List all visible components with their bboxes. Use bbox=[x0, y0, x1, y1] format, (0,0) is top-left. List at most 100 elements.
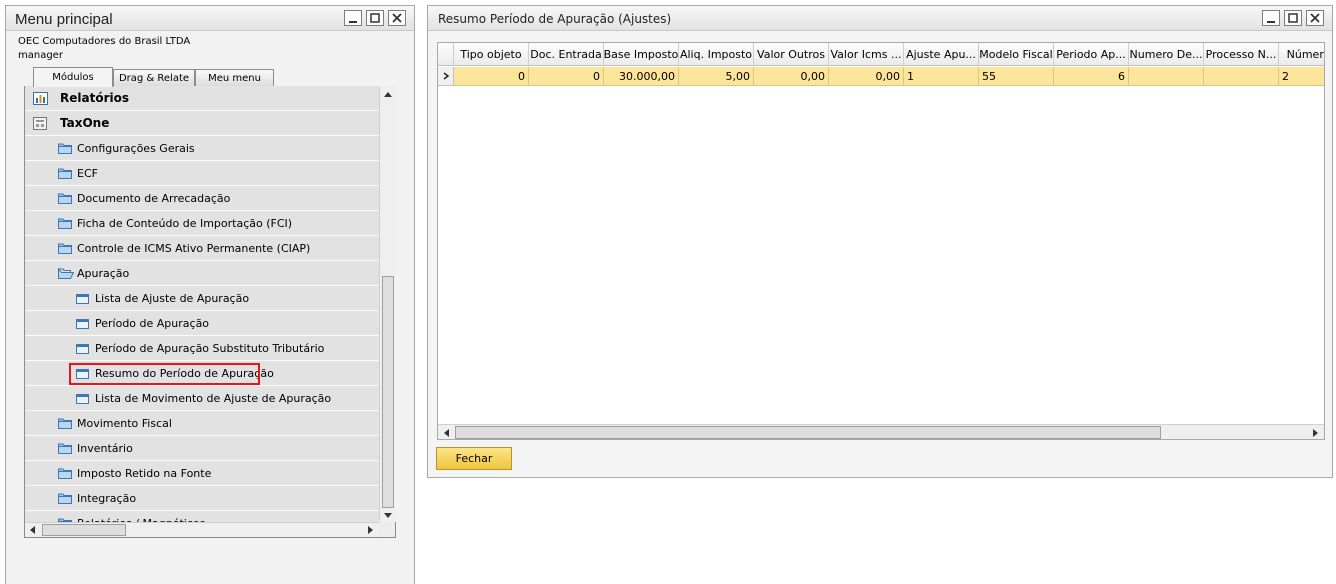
tree-item-relatorios[interactable]: Relatórios bbox=[25, 86, 379, 111]
tree-item-configuracoes-gerais[interactable]: Configurações Gerais bbox=[25, 136, 379, 161]
folder-icon bbox=[58, 418, 72, 429]
column-header-valor-outros[interactable]: Valor Outros bbox=[754, 43, 829, 66]
tree-item-icon-wrap bbox=[76, 294, 89, 307]
tree-horizontal-scrollbar[interactable] bbox=[25, 522, 379, 537]
tree-item-inventario[interactable]: Inventário bbox=[25, 436, 379, 461]
resumo-maximize-button[interactable] bbox=[1284, 10, 1302, 26]
tree-item-ecf[interactable]: ECF bbox=[25, 161, 379, 186]
grid-cell-modelo-fiscal[interactable]: 55 bbox=[979, 67, 1054, 86]
column-header-periodo-ap[interactable]: Periodo Ap... bbox=[1054, 43, 1129, 66]
minimize-button[interactable] bbox=[344, 10, 362, 26]
tree-item-icon-wrap bbox=[58, 142, 72, 157]
main-menu-title: Menu principal bbox=[15, 11, 113, 28]
row-selector[interactable] bbox=[438, 67, 454, 86]
tree-item-label: Lista de Ajuste de Apuração bbox=[95, 292, 250, 305]
column-header-aliq-imposto[interactable]: Aliq. Imposto bbox=[679, 43, 754, 66]
tree-item-icon-wrap bbox=[58, 267, 75, 282]
tree-item-label: Relatórios bbox=[60, 91, 129, 105]
column-header-numero[interactable]: Número bbox=[1279, 43, 1324, 66]
grid-cell-valor-outros[interactable]: 0,00 bbox=[754, 67, 829, 86]
grid-cell-aliq-imposto[interactable]: 5,00 bbox=[679, 67, 754, 86]
minimize-icon bbox=[349, 21, 357, 23]
tree-item-periodo-de-apuracao[interactable]: Período de Apuração bbox=[25, 311, 379, 336]
folder-open-icon bbox=[58, 267, 75, 279]
grid-cell-ajuste-apu[interactable]: 1 bbox=[904, 67, 979, 86]
column-header-tipo-objeto[interactable]: Tipo objeto bbox=[454, 43, 529, 66]
scroll-right-icon[interactable] bbox=[368, 526, 373, 534]
grid-cell-periodo-ap[interactable]: 6 bbox=[1054, 67, 1129, 86]
tree-item-integracao[interactable]: Integração bbox=[25, 486, 379, 511]
folder-icon bbox=[58, 468, 72, 479]
minimize-icon bbox=[1267, 21, 1275, 23]
tree-hscroll-thumb[interactable] bbox=[42, 524, 126, 536]
tab-meu-menu[interactable]: Meu menu bbox=[195, 69, 274, 86]
tree-item-icon-wrap bbox=[58, 442, 72, 457]
tab-drag-relate[interactable]: Drag & Relate bbox=[113, 69, 195, 86]
scroll-left-icon[interactable] bbox=[30, 526, 35, 534]
tree-vertical-scrollbar[interactable] bbox=[379, 86, 396, 522]
fechar-button[interactable]: Fechar bbox=[436, 447, 512, 470]
grid-hscroll-thumb[interactable] bbox=[455, 426, 1161, 439]
scroll-down-icon[interactable] bbox=[384, 513, 392, 518]
close-icon bbox=[392, 13, 402, 23]
tree-item-ficha-de-conteudo-de-importacao-fci[interactable]: Ficha de Conteúdo de Importação (FCI) bbox=[25, 211, 379, 236]
tree-item-label: Controle de ICMS Ativo Permanente (CIAP) bbox=[77, 242, 311, 255]
tree-item-icon-wrap bbox=[76, 394, 89, 407]
tree-item-lista-de-ajuste-de-apuracao[interactable]: Lista de Ajuste de Apuração bbox=[25, 286, 379, 311]
tree-item-label: Movimento Fiscal bbox=[77, 417, 172, 430]
grid-cell-numero[interactable]: 2 bbox=[1279, 67, 1324, 86]
grid-cell-processo-n[interactable] bbox=[1204, 67, 1279, 86]
tree-item-label: Configurações Gerais bbox=[77, 142, 195, 155]
tree-item-documento-de-arrecadacao[interactable]: Documento de Arrecadação bbox=[25, 186, 379, 211]
tree-item-movimento-fiscal[interactable]: Movimento Fiscal bbox=[25, 411, 379, 436]
folder-icon bbox=[58, 168, 72, 179]
close-icon bbox=[1310, 13, 1320, 23]
tree-item-icon-wrap bbox=[58, 167, 72, 182]
column-header-processo-n[interactable]: Processo N... bbox=[1204, 43, 1279, 66]
resumo-close-button[interactable] bbox=[1306, 10, 1324, 26]
form-icon bbox=[76, 294, 89, 304]
tree-item-icon-wrap bbox=[33, 117, 47, 133]
scroll-right-icon[interactable] bbox=[1313, 429, 1318, 437]
tree-item-icon-wrap bbox=[58, 192, 72, 207]
scroll-left-icon[interactable] bbox=[444, 429, 449, 437]
maximize-icon bbox=[370, 13, 380, 23]
tree-vscroll-thumb[interactable] bbox=[382, 276, 394, 508]
grid-cell-valor-icms[interactable]: 0,00 bbox=[829, 67, 904, 86]
tab-modulos[interactable]: Módulos bbox=[33, 67, 113, 87]
main-menu-titlebar[interactable]: Menu principal bbox=[6, 6, 414, 31]
resumo-titlebar[interactable]: Resumo Período de Apuração (Ajustes) bbox=[428, 6, 1332, 31]
column-header-modelo-fiscal[interactable]: Modelo Fiscal bbox=[979, 43, 1054, 66]
folder-icon bbox=[58, 218, 72, 229]
scroll-up-icon[interactable] bbox=[384, 92, 392, 97]
tree-item-periodo-de-apuracao-substituto-tributario[interactable]: Período de Apuração Substituto Tributári… bbox=[25, 336, 379, 361]
column-header-numero-de[interactable]: Numero De... bbox=[1129, 43, 1204, 66]
tree-item-label: Ficha de Conteúdo de Importação (FCI) bbox=[77, 217, 293, 230]
column-header-ajuste-apu[interactable]: Ajuste Apu... bbox=[904, 43, 979, 66]
column-header-base-imposto[interactable]: Base Imposto bbox=[604, 43, 679, 66]
tree-item-imposto-retido-na-fonte[interactable]: Imposto Retido na Fonte bbox=[25, 461, 379, 486]
resumo-minimize-button[interactable] bbox=[1262, 10, 1280, 26]
tree-item-taxone[interactable]: TaxOne bbox=[25, 111, 379, 136]
chevron-right-icon bbox=[443, 72, 449, 80]
tree-item-lista-de-movimento-de-ajuste-de-apuracao[interactable]: Lista de Movimento de Ajuste de Apuração bbox=[25, 386, 379, 411]
tree-item-controle-de-icms-ativo-permanente-ciap[interactable]: Controle de ICMS Ativo Permanente (CIAP) bbox=[25, 236, 379, 261]
grid-horizontal-scrollbar[interactable] bbox=[438, 424, 1324, 439]
tree-item-label: Lista de Movimento de Ajuste de Apuração bbox=[95, 392, 332, 405]
grid-cell-numero-de[interactable] bbox=[1129, 67, 1204, 86]
close-button[interactable] bbox=[388, 10, 406, 26]
grid-cell-base-imposto[interactable]: 30.000,00 bbox=[604, 67, 679, 86]
tree-item-apuracao[interactable]: Apuração bbox=[25, 261, 379, 286]
folder-icon bbox=[58, 243, 72, 254]
tree-item-label: Inventário bbox=[77, 442, 133, 455]
tree-item-label: Integração bbox=[77, 492, 137, 505]
column-header-doc-entrada[interactable]: Doc. Entrada bbox=[529, 43, 604, 66]
grid-cell-doc-entrada[interactable]: 0 bbox=[529, 67, 604, 86]
company-name: OEC Computadores do Brasil LTDA bbox=[18, 36, 191, 47]
highlight-annotation bbox=[69, 363, 260, 385]
column-header-valor-icms[interactable]: Valor Icms ... bbox=[829, 43, 904, 66]
main-menu-window: Menu principal OEC Computadores do Brasi… bbox=[5, 5, 415, 584]
folder-icon bbox=[58, 143, 72, 154]
grid-cell-tipo-objeto[interactable]: 0 bbox=[454, 67, 529, 86]
maximize-button[interactable] bbox=[366, 10, 384, 26]
